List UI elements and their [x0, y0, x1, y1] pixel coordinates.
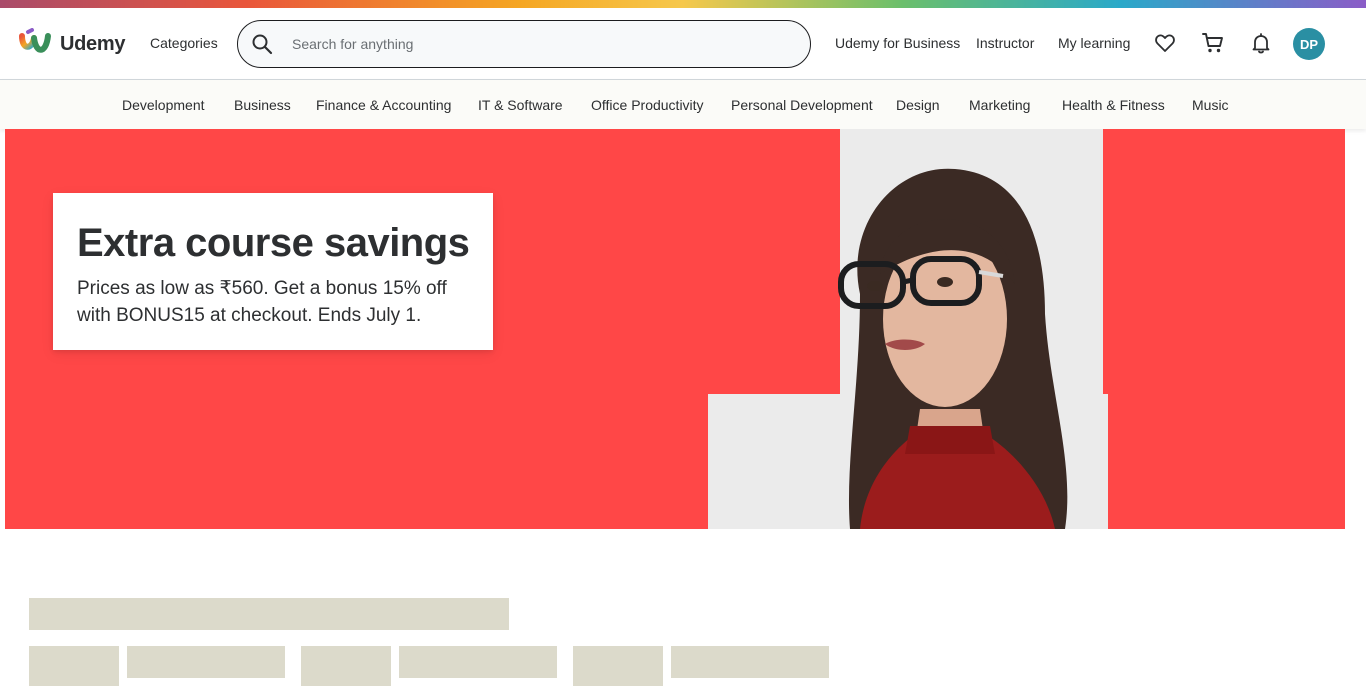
- skeleton-text: [671, 646, 829, 678]
- search-icon[interactable]: [250, 32, 274, 56]
- notifications-button[interactable]: [1248, 30, 1274, 56]
- udemy-logo-mark-icon: [19, 28, 51, 53]
- instructor-link[interactable]: Instructor: [976, 35, 1034, 51]
- hero-person-image: [838, 168, 1068, 529]
- cart-icon: [1202, 33, 1223, 53]
- skeleton-thumbnail: [29, 646, 119, 686]
- promo-title: Extra course savings: [77, 221, 470, 265]
- category-business[interactable]: Business: [234, 97, 291, 113]
- bell-icon: [1252, 33, 1270, 54]
- search-input[interactable]: [290, 35, 774, 53]
- udemy-logo-text: Udemy: [60, 32, 126, 55]
- my-learning-link[interactable]: My learning: [1058, 35, 1130, 51]
- category-personal-development[interactable]: Personal Development: [731, 97, 873, 113]
- category-development[interactable]: Development: [122, 97, 205, 113]
- skeleton-text: [127, 646, 285, 678]
- category-design[interactable]: Design: [896, 97, 940, 113]
- category-health-fitness[interactable]: Health & Fitness: [1062, 97, 1165, 113]
- udemy-logo[interactable]: Udemy: [16, 28, 126, 60]
- skeleton-thumbnail: [301, 646, 391, 686]
- categories-menu-button[interactable]: Categories: [150, 35, 218, 51]
- category-music[interactable]: Music: [1192, 97, 1229, 113]
- skeleton-thumbnail: [573, 646, 663, 686]
- category-finance-accounting[interactable]: Finance & Accounting: [316, 97, 451, 113]
- cart-button[interactable]: [1200, 30, 1226, 56]
- promo-card: Extra course savings Prices as low as ₹5…: [53, 193, 493, 350]
- heart-icon: [1155, 34, 1175, 52]
- top-header: Udemy Categories Udemy for Business Inst…: [0, 8, 1366, 80]
- search-bar[interactable]: [237, 20, 811, 68]
- user-avatar[interactable]: DP: [1293, 28, 1325, 60]
- udemy-for-business-link[interactable]: Udemy for Business: [835, 35, 960, 51]
- category-nav: Development Business Finance & Accountin…: [0, 80, 1366, 129]
- category-marketing[interactable]: Marketing: [969, 97, 1030, 113]
- category-it-software[interactable]: IT & Software: [478, 97, 563, 113]
- skeleton-text: [399, 646, 557, 678]
- skeleton-heading: [29, 598, 509, 630]
- brand-rainbow-bar: [0, 0, 1366, 8]
- wishlist-button[interactable]: [1152, 30, 1178, 56]
- category-office-productivity[interactable]: Office Productivity: [591, 97, 704, 113]
- promo-subtitle: Prices as low as ₹560. Get a bonus 15% o…: [77, 278, 447, 326]
